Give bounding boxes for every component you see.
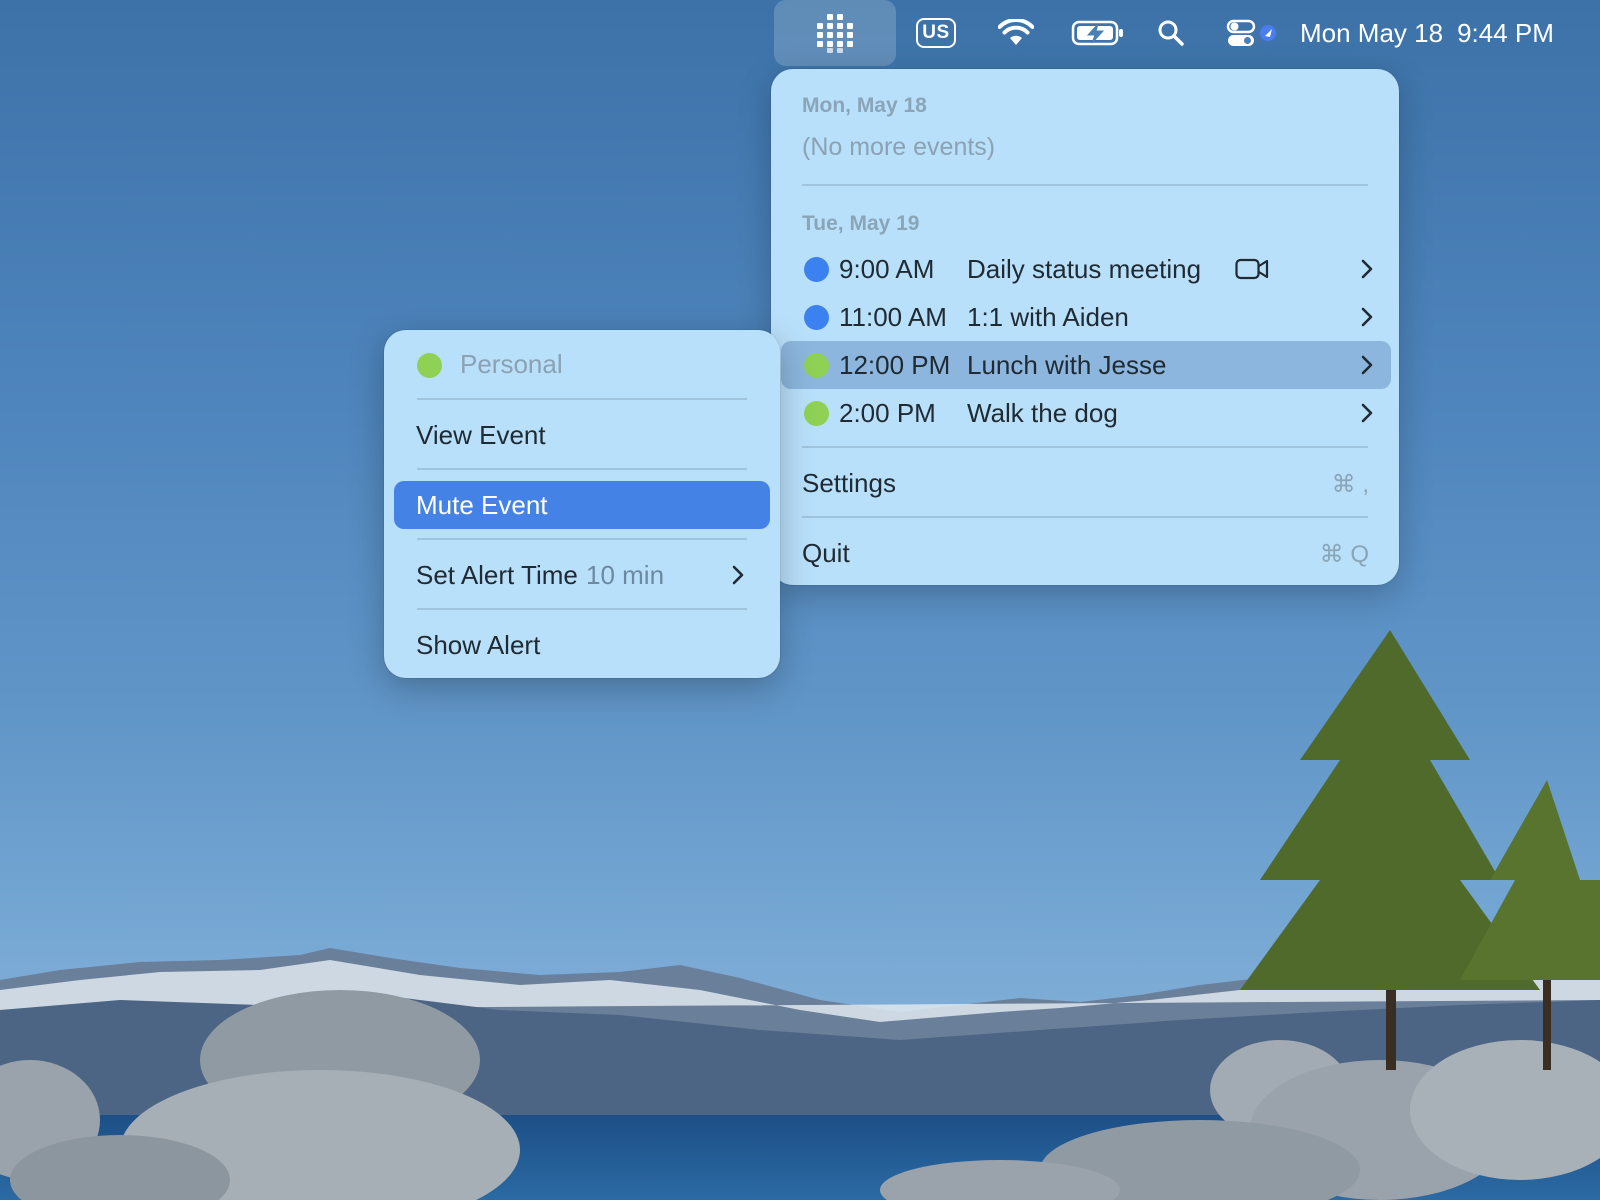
set-alert-time-label: Set Alert Time [416, 560, 578, 590]
event-title: 1:1 with Aiden [967, 302, 1129, 332]
video-camera-icon [1235, 258, 1269, 280]
input-source-menu[interactable]: US [912, 0, 960, 66]
event-title: Walk the dog [967, 398, 1118, 428]
event-title: Lunch with Jesse [967, 350, 1167, 380]
view-event-item[interactable]: View Event [394, 411, 770, 459]
set-alert-time-item[interactable]: Set Alert Time 10 min [394, 551, 770, 599]
calendar-grid-icon [817, 14, 853, 53]
separator [417, 468, 747, 470]
view-event-label: View Event [416, 420, 546, 450]
event-submenu: Personal View Event Mute Event Set Alert… [384, 330, 780, 678]
separator [417, 608, 747, 610]
chevron-right-icon [1361, 403, 1373, 423]
menu-bar: US Mon May 18 9:44 PM [0, 0, 1600, 66]
control-center-menu[interactable] [1226, 0, 1278, 66]
calendar-color-dot [804, 257, 829, 282]
wifi-icon [998, 19, 1034, 45]
chevron-right-icon [1361, 259, 1373, 279]
chevron-right-icon [1361, 355, 1373, 375]
event-row[interactable]: 11:00 AM 1:1 with Aiden [781, 293, 1391, 341]
event-row[interactable]: 9:00 AM Daily status meeting [781, 245, 1391, 293]
input-source-label: US [916, 18, 956, 48]
event-title: Daily status meeting [967, 254, 1202, 284]
separator [417, 538, 747, 540]
quit-menu-item[interactable]: Quit ⌘ Q [771, 529, 1399, 577]
event-time: 9:00 AM [839, 254, 935, 284]
calendar-color-dot [417, 353, 442, 378]
battery-menu[interactable] [1070, 0, 1126, 66]
calendar-color-dot [804, 305, 829, 330]
quit-label: Quit [802, 538, 850, 568]
settings-shortcut: ⌘ , [1331, 471, 1369, 498]
battery-charging-icon [1071, 20, 1123, 46]
settings-menu-item[interactable]: Settings ⌘ , [771, 459, 1399, 507]
spotlight-menu[interactable] [1156, 0, 1186, 66]
show-alert-item[interactable]: Show Alert [394, 621, 770, 669]
clock-time: 9:44 PM [1457, 17, 1554, 48]
chevron-right-icon [1361, 307, 1373, 327]
day-header-tomorrow: Tue, May 19 [802, 212, 920, 235]
calendar-app-menu-extra[interactable] [774, 0, 896, 66]
separator [802, 516, 1368, 518]
show-alert-label: Show Alert [416, 630, 541, 660]
calendar-name: Personal [460, 349, 563, 379]
event-time: 2:00 PM [839, 398, 936, 428]
chevron-right-icon [732, 565, 744, 585]
quit-shortcut: ⌘ Q [1319, 541, 1369, 568]
control-center-icon [1226, 19, 1276, 46]
event-time: 12:00 PM [839, 350, 951, 380]
clock-date: Mon May 18 [1300, 17, 1444, 48]
day-header-today: Mon, May 18 [802, 94, 927, 117]
separator [417, 398, 747, 400]
events-dropdown-menu: Mon, May 18 (No more events) Tue, May 19… [771, 69, 1399, 585]
event-row[interactable]: 2:00 PM Walk the dog [781, 389, 1391, 437]
mute-event-label: Mute Event [416, 490, 548, 520]
settings-label: Settings [802, 468, 896, 498]
menu-bar-clock[interactable]: Mon May 18 9:44 PM [1300, 0, 1580, 66]
search-icon [1158, 20, 1184, 46]
mute-event-item[interactable]: Mute Event [394, 481, 770, 529]
separator [802, 184, 1368, 186]
event-time: 11:00 AM [839, 302, 947, 332]
calendar-color-dot [804, 401, 829, 426]
no-events-text: (No more events) [802, 133, 996, 161]
separator [802, 446, 1368, 448]
alert-time-value: 10 min [586, 560, 665, 590]
wifi-menu[interactable] [996, 0, 1036, 66]
calendar-color-dot [804, 353, 829, 378]
event-row-selected[interactable]: 12:00 PM Lunch with Jesse [781, 341, 1391, 389]
